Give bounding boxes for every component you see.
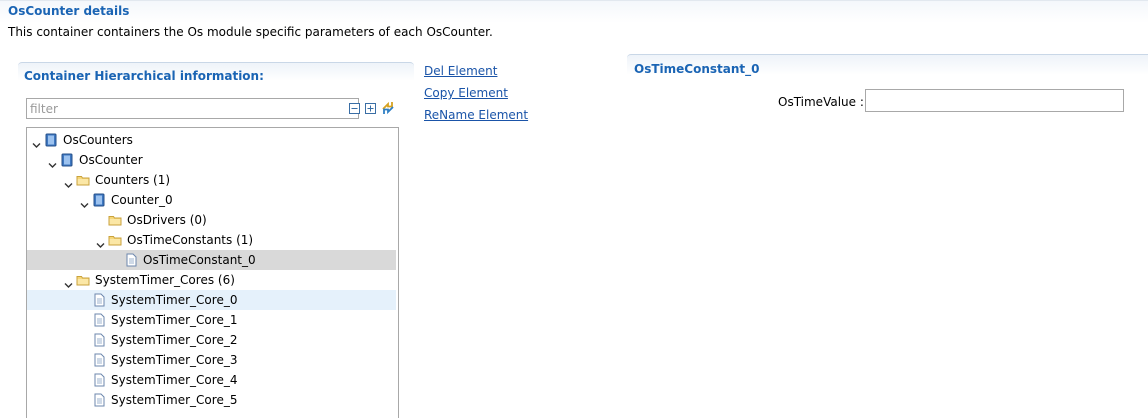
rename-element-link[interactable]: ReName Element [424,108,528,122]
collapse-all-icon [351,108,358,109]
document-icon [92,393,106,407]
tree-item[interactable]: Counter_0 [27,190,396,210]
chevron-down-icon[interactable] [96,236,105,248]
expand-all-icon [367,105,374,112]
folder-icon [76,273,90,287]
folder-icon [108,233,122,247]
tree-item[interactable]: SystemTimer_Core_1 [27,310,396,330]
detail-panel-title: OsTimeConstant_0 [634,62,760,76]
expand-all-button[interactable] [365,103,376,114]
os-time-value-label: OsTimeValue : [778,95,864,109]
copy-element-link[interactable]: Copy Element [424,86,508,100]
tree-item[interactable]: SystemTimer_Core_4 [27,370,396,390]
chevron-down-icon[interactable] [64,276,73,288]
tree-item-label: SystemTimer_Core_2 [111,333,238,347]
tree-item-label: Counter_0 [111,193,173,207]
chevron-down-icon[interactable] [80,196,89,208]
tree-item-label: OsCounter [79,153,143,167]
tree-item-label: SystemTimer_Cores (6) [95,273,235,287]
folder-icon [76,173,90,187]
chevron-down-icon[interactable] [48,156,57,168]
collapse-all-button[interactable] [349,103,360,114]
container-icon [92,193,106,207]
document-icon [92,313,106,327]
hierarchy-tree: OsCounters OsCounter Counters (1) Counter_0… [26,127,399,418]
tree-item-label: OsTimeConstants (1) [127,233,254,247]
tree-item-label: SystemTimer_Core_4 [111,373,238,387]
tree-item[interactable]: SystemTimer_Core_5 [27,390,396,410]
tree-item-label: SystemTimer_Core_1 [111,313,238,327]
hierarchy-panel-title: Container Hierarchical information: [24,69,264,83]
link-with-editor-button[interactable] [380,100,396,116]
os-time-value-input[interactable] [865,89,1124,112]
tree-item-label: OsDrivers (0) [127,213,207,227]
tree-item-label: SystemTimer_Core_5 [111,393,238,407]
container-icon [44,133,58,147]
folder-icon [108,213,122,227]
tree-item-label: OsCounters [63,133,133,147]
tree-item[interactable]: OsTimeConstants (1) [27,230,396,250]
tree-item-label: OsTimeConstant_0 [143,253,256,267]
container-icon [60,153,74,167]
tree-item[interactable]: SystemTimer_Core_0 [27,290,396,310]
header-band [0,0,1148,23]
sync-arrows-icon [382,101,394,115]
filter-input[interactable] [26,98,359,119]
detail-panel: OsTimeConstant_0 OsTimeValue : [627,54,1148,417]
tree-item[interactable]: OsCounters [27,130,396,150]
tree-item[interactable]: SystemTimer_Core_2 [27,330,396,350]
tree-item[interactable]: OsTimeConstant_0 [27,250,396,270]
hierarchy-panel: Container Hierarchical information: OsCo… [18,62,414,418]
tree-item-label: SystemTimer_Core_0 [111,293,238,307]
page-title: OsCounter details [8,4,130,18]
tree-item-label: Counters (1) [95,173,171,187]
chevron-down-icon[interactable] [32,136,41,148]
document-icon [92,373,106,387]
tree-item[interactable]: OsCounter [27,150,396,170]
tree-item[interactable]: SystemTimer_Cores (6) [27,270,396,290]
del-element-link[interactable]: Del Element [424,64,497,78]
tree-item[interactable]: Counters (1) [27,170,396,190]
tree-item[interactable]: SystemTimer_Core_3 [27,350,396,370]
document-icon [124,253,138,267]
chevron-down-icon[interactable] [64,176,73,188]
page-description: This container containers the Os module … [8,25,493,39]
document-icon [92,353,106,367]
tree-item-label: SystemTimer_Core_3 [111,353,238,367]
document-icon [92,293,106,307]
tree-item[interactable]: OsDrivers (0) [27,210,396,230]
document-icon [92,333,106,347]
